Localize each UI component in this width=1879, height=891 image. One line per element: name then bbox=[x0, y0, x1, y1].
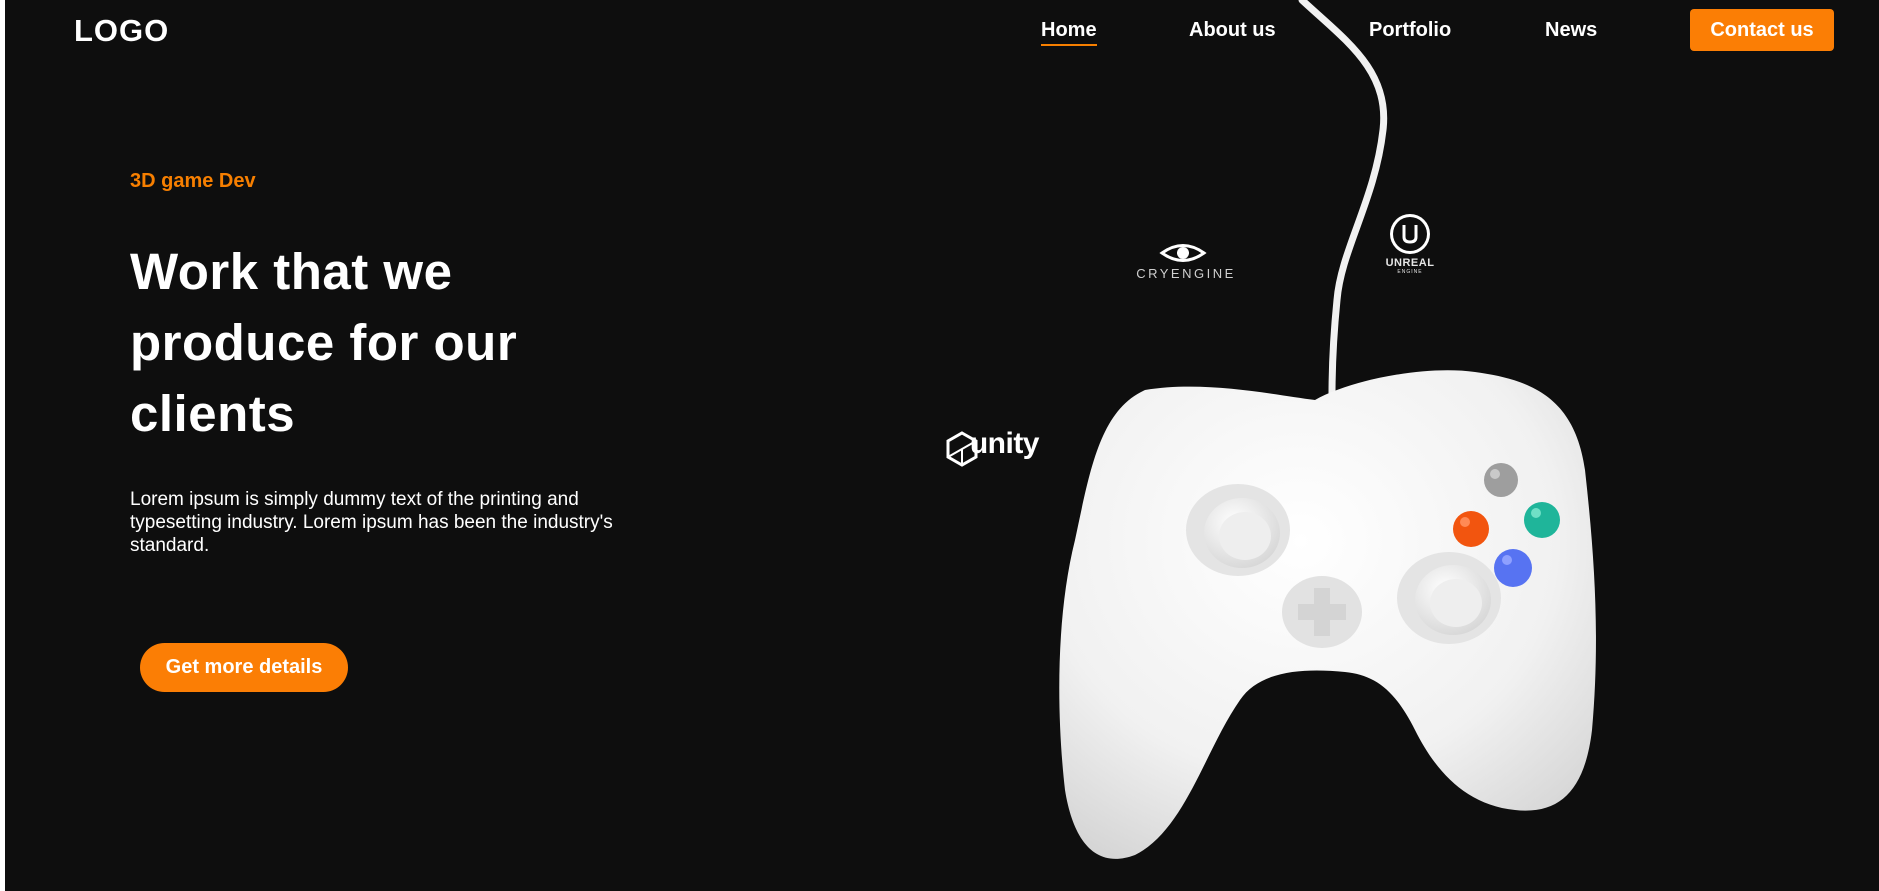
hero-title: Work that we produce for our clients bbox=[130, 236, 690, 449]
button-teal bbox=[1524, 502, 1560, 538]
nav-about-us[interactable]: About us bbox=[1189, 19, 1276, 42]
nav-home[interactable]: Home bbox=[1041, 19, 1097, 46]
hero-eyebrow: 3D game Dev bbox=[130, 170, 256, 192]
hero-title-line: Work that we bbox=[130, 243, 453, 300]
page: LOGO Home About us Portfolio News Contac… bbox=[5, 0, 1879, 891]
nav-portfolio[interactable]: Portfolio bbox=[1369, 19, 1451, 42]
unreal-sub-label: ENGINE bbox=[1397, 269, 1423, 275]
hero-description: Lorem ipsum is simply dummy text of the … bbox=[130, 488, 670, 557]
unreal-engine-logo: UNREAL ENGINE bbox=[1375, 213, 1445, 275]
cryengine-logo: CRYENGINE bbox=[1131, 238, 1241, 281]
hero-title-line: produce for our bbox=[130, 314, 518, 371]
button-orange bbox=[1453, 511, 1489, 547]
button-gray bbox=[1484, 463, 1518, 497]
nav-news[interactable]: News bbox=[1545, 19, 1597, 42]
contact-us-button[interactable]: Contact us bbox=[1690, 9, 1834, 51]
cryengine-label: CRYENGINE bbox=[1136, 266, 1236, 281]
hero-description-line: standard. bbox=[130, 535, 210, 556]
main-nav: Home About us Portfolio News Contact us bbox=[5, 0, 1879, 60]
unity-label: unity bbox=[969, 427, 1040, 460]
get-more-details-button[interactable]: Get more details bbox=[140, 643, 348, 692]
hero-title-line: clients bbox=[130, 385, 296, 442]
button-blue bbox=[1494, 549, 1532, 587]
hero-description-line: Lorem ipsum is simply dummy text of the … bbox=[130, 489, 579, 510]
hero-description-line: typesetting industry. Lorem ipsum has be… bbox=[130, 512, 613, 533]
unreal-label: UNREAL bbox=[1385, 257, 1435, 269]
unity-logo: unity bbox=[943, 427, 1040, 461]
